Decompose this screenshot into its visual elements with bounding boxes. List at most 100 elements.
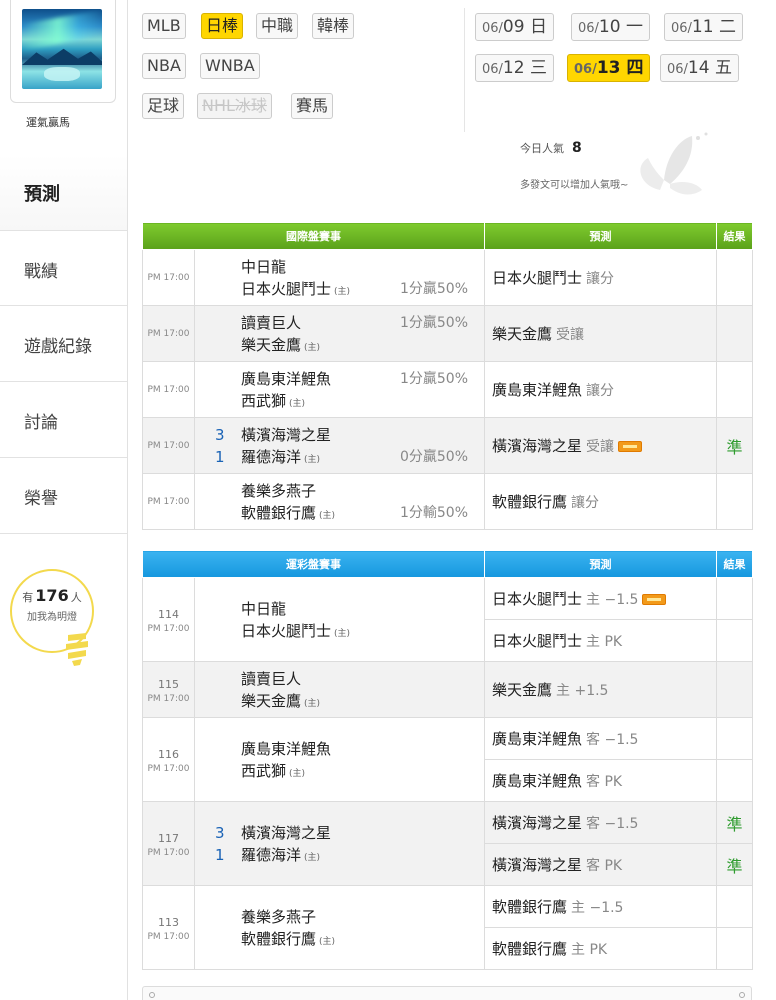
date-0609[interactable]: 06/09 日 [475,13,554,41]
handicap-odds: 0分贏50% [399,448,468,465]
date-0610[interactable]: 06/10 一 [571,13,650,41]
home-team-name: 樂天金鷹 [241,335,302,354]
away-team: 廣島東洋鯉魚 1分贏50% [195,368,484,390]
prediction-cell[interactable]: 橫濱海灣之星客 PK [484,843,717,886]
lottery-header-pred: 預測 [484,550,717,578]
result-cell [716,717,753,760]
pick-team: 橫濱海灣之星 [492,437,583,455]
result-cell [716,361,753,418]
prediction-cell[interactable]: 軟體銀行鷹主 −1.5 [484,885,717,928]
butterfly-icon [640,132,708,195]
home-team-name: 羅德海洋 [241,845,302,864]
prediction-cell[interactable]: 日本火腿鬥士主 −1.5 [484,577,717,620]
prediction-cell[interactable]: 橫濱海灣之星 受讓 [484,417,717,474]
table-row: 117 PM 17:00 3 橫濱海灣之星 1 羅德海洋 (主) 橫濱海灣之星客 −1.5 準 [142,801,753,886]
game-info-cell: 116 PM 17:00 [142,717,195,802]
game-time: PM 17:00 [147,763,190,774]
intl-header-match: 國際盤賽事 [142,222,485,250]
prediction-cell[interactable]: 日本火腿鬥士主 PK [484,619,717,662]
date-0612[interactable]: 06/12 三 [475,54,554,82]
pick-mode: 讓分 [586,271,615,287]
avatar-card[interactable] [10,0,116,103]
table-row: 115 PM 17:00 讀賣巨人 樂天金鷹 (主) 樂天金鷹主 +1.5 [142,661,753,718]
table-row: PM 17:00 讀賣巨人 1分贏50% 樂天金鷹 (主) 樂天金鷹 受讓 [142,305,753,362]
league-wnba[interactable]: WNBA [200,53,260,79]
pick-line: 主 −1.5 [571,900,624,916]
prediction-cell[interactable]: 軟體銀行鷹 讓分 [484,473,717,530]
matchup-cell: 中日龍 日本火腿鬥士 (主) [194,577,485,662]
league-horse-racing[interactable]: 賽馬 [291,93,334,119]
date-0613[interactable]: 06/13 四 [567,54,651,82]
league-nba[interactable]: NBA [142,53,186,79]
away-team: 3 橫濱海灣之星 [195,822,484,844]
result-cell [716,577,753,620]
game-time: PM 17:00 [147,931,190,942]
home-team-name: 西武獅 [241,761,287,780]
comment-bar[interactable] [142,986,752,1000]
nav-item-honors[interactable]: 榮譽 [0,458,128,534]
league-kbo[interactable]: 韓棒 [312,13,355,39]
league-mlb[interactable]: MLB [142,13,186,39]
hot-badge-icon [618,441,643,452]
nav-item-record[interactable]: 戰績 [0,230,128,306]
prediction-cell[interactable]: 樂天金鷹主 +1.5 [484,661,717,718]
avatar[interactable] [22,9,102,89]
result-cell [716,885,753,928]
away-team-name: 中日龍 [241,599,287,618]
prediction-cell[interactable]: 廣島東洋鯉魚客 PK [484,759,717,802]
home-tag: (主) [334,628,351,639]
game-time: PM 17:00 [142,249,195,306]
league-cpbl[interactable]: 中職 [256,13,299,39]
away-team-name: 讀賣巨人 [241,313,302,332]
matchup-cell: 養樂多燕子 軟體銀行鷹 (主) 1分輸50% [194,473,485,530]
result-cell [716,927,753,970]
prediction-cell[interactable]: 廣島東洋鯉魚客 −1.5 [484,717,717,760]
matchup-cell: 廣島東洋鯉魚 1分贏50% 西武獅 (主) [194,361,485,418]
result-cell [716,661,753,718]
handicap-odds: 1分輸50% [399,504,468,521]
prediction-cell[interactable]: 日本火腿鬥士 讓分 [484,249,717,306]
date-0614[interactable]: 06/14 五 [660,54,739,82]
game-time: PM 17:00 [142,361,195,418]
league-soccer[interactable]: 足球 [142,93,185,119]
away-team-name: 養樂多燕子 [241,481,317,500]
date-0611[interactable]: 06/11 二 [664,13,743,41]
away-team: 廣島東洋鯉魚 [195,738,484,760]
nav-item-label: 遊戲紀錄 [24,337,92,357]
game-number: 114 [158,607,179,621]
home-tag: (主) [319,936,336,947]
home-team-name: 日本火腿鬥士 [241,279,332,298]
pick-team: 廣島東洋鯉魚 [492,381,583,399]
league-npb[interactable]: 日棒 [201,13,244,39]
prediction-cell[interactable]: 橫濱海灣之星客 −1.5 [484,801,717,844]
popularity-note: 多發文可以增加人氣哦~ [520,180,629,191]
matchup-cell: 中日龍日本火腿鬥士 (主) 1分贏50% [194,249,485,306]
table-row: PM 17:00 3 橫濱海灣之星 1 羅德海洋 (主) 0分贏50% 橫濱海灣之星 受讓準 [142,417,753,474]
away-team: 養樂多燕子 [195,906,484,928]
handicap-odds: 1分贏50% [399,370,468,387]
home-team: 1 羅德海洋 (主) [195,844,484,866]
hot-badge-icon [642,594,667,605]
away-team-name: 中日龍 [241,257,287,276]
nav-item-label: 討論 [24,413,58,433]
game-number: 117 [158,831,179,845]
nav-item-discussion[interactable]: 討論 [0,382,128,458]
prediction-cell[interactable]: 樂天金鷹 受讓 [484,305,717,362]
pick-team: 樂天金鷹 [492,681,553,699]
prediction-cell[interactable]: 廣島東洋鯉魚 讓分 [484,361,717,418]
home-team: 日本火腿鬥士 (主) 1分贏50% [195,278,484,300]
intl-odds-table: 國際盤賽事 預測 結果 PM 17:00 中日龍 日本火腿鬥士 (主) 1分贏50% 日本… [142,222,753,530]
home-tag: (主) [304,852,321,863]
away-team-name: 讀賣巨人 [241,669,302,688]
nav-item-game-log[interactable]: 遊戲紀錄 [0,306,128,382]
lightbulb-icon [66,633,88,666]
nav-item-predictions[interactable]: 預測 [0,154,129,230]
result-cell [716,305,753,362]
result-cell: 準 [716,417,753,474]
game-number: 113 [158,915,179,929]
prediction-cell[interactable]: 軟體銀行鷹主 PK [484,927,717,970]
home-tag: (主) [304,454,321,465]
username[interactable]: 運氣贏馬 [0,114,96,130]
home-tag: (主) [334,286,351,297]
result-cell: 準 [716,801,753,844]
